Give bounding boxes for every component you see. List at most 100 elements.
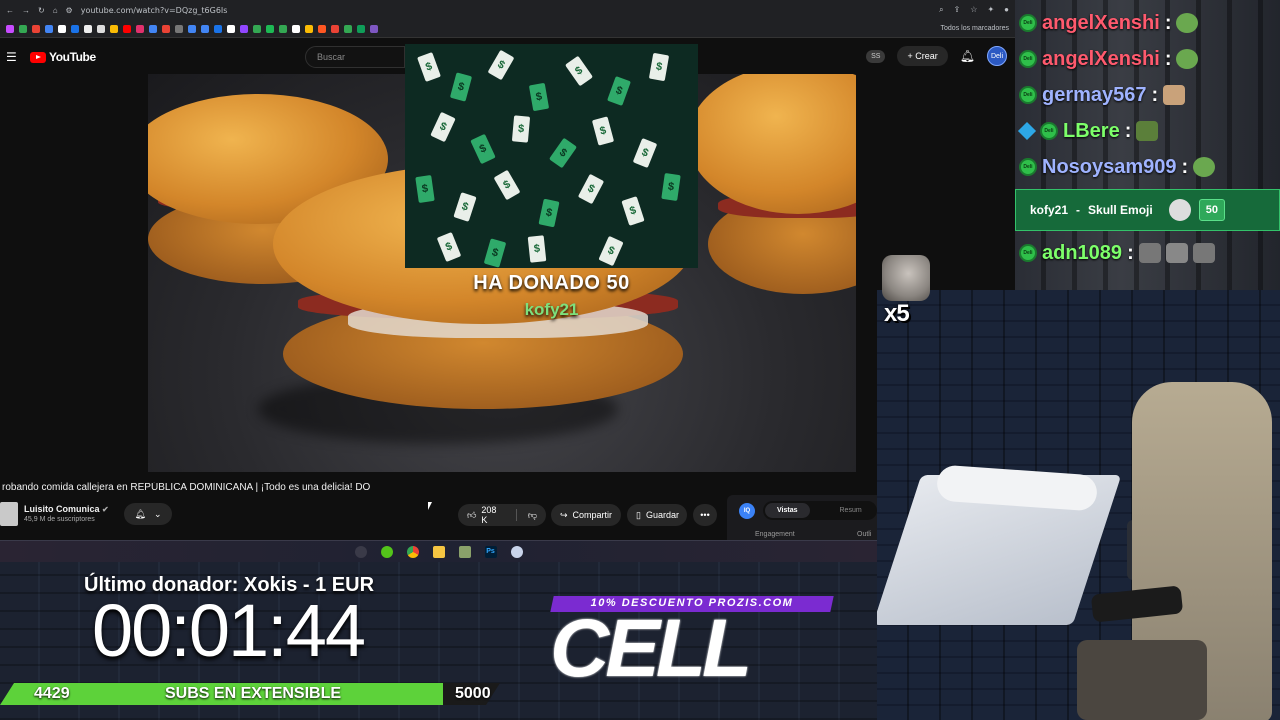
subscriber-badge-icon: Deli <box>1019 86 1037 104</box>
bookmark-icon[interactable] <box>370 24 378 33</box>
chat-username[interactable]: LBere <box>1063 120 1120 143</box>
channel-name[interactable]: Luisito Comunica ✔ <box>24 504 109 514</box>
home-icon[interactable]: ⌂ <box>53 6 58 15</box>
bookmark-icon[interactable] <box>279 24 287 33</box>
like-icon[interactable]: 👍︎ <box>467 510 476 521</box>
chat-colon: : <box>1124 119 1132 142</box>
notifications-bell-icon[interactable]: 🔔︎ <box>960 49 975 63</box>
bookmark-icon[interactable] <box>253 24 261 33</box>
bookmark-icon[interactable] <box>344 24 352 33</box>
money-bill: $ <box>621 196 645 226</box>
money-bill: $ <box>470 133 496 165</box>
obs-icon[interactable] <box>354 545 367 558</box>
extension-logo[interactable]: IQ <box>739 503 755 519</box>
address-bar[interactable]: ← → ↻ ⌂ ⚙ youtube.com/watch?v=DQzg_t6G6I… <box>0 0 1015 20</box>
money-bill: $ <box>538 198 560 228</box>
bookmark-icon[interactable] <box>305 24 313 33</box>
back-icon[interactable]: ← <box>6 6 14 15</box>
chat-username[interactable]: angelXenshi <box>1042 48 1160 71</box>
create-button[interactable]: + Crear <box>897 46 948 66</box>
url-text[interactable]: youtube.com/watch?v=DQzg_t6G6Is <box>81 6 228 15</box>
zoom-icon[interactable]: ⌕ <box>939 5 943 15</box>
extension-tabs: Vistas Resum <box>763 501 877 520</box>
pepe-emote-icon <box>1176 13 1199 33</box>
subscription-bell-button[interactable]: 🔔︎ ⌄ <box>124 503 172 525</box>
money-bill: $ <box>430 111 456 143</box>
bookmark-star-icon[interactable]: ☆ <box>970 5 977 15</box>
search-input[interactable]: Buscar <box>305 46 405 68</box>
subscriber-badge-icon: Deli <box>1019 14 1037 32</box>
bookmark-icon[interactable] <box>175 24 183 33</box>
bookmark-icon[interactable] <box>6 24 14 33</box>
twitch-icon[interactable] <box>240 24 248 33</box>
subs-goal: 5000 <box>455 685 491 702</box>
chevron-down-icon: ⌄ <box>153 508 162 519</box>
profile-badge[interactable]: SS <box>866 49 886 63</box>
bookmark-icon[interactable] <box>19 24 27 33</box>
bookmark-icon[interactable] <box>84 24 92 33</box>
money-bill: $ <box>511 115 531 143</box>
chat-message: Deli LBere : <box>1015 114 1280 148</box>
bookmark-icon[interactable] <box>188 24 196 33</box>
dislike-icon[interactable]: 👎︎ <box>528 510 537 521</box>
site-info-icon[interactable]: ⚙ <box>66 6 73 15</box>
tab-resumen[interactable]: Resum <box>840 507 862 514</box>
subscriber-badge-icon: Deli <box>1019 50 1037 68</box>
money-bill: $ <box>527 235 547 263</box>
forward-icon[interactable]: → <box>22 6 30 15</box>
like-count[interactable]: 208 K <box>481 505 504 525</box>
chat-username[interactable]: adn1089 <box>1042 242 1122 265</box>
save-button[interactable]: ▯ Guardar <box>627 504 687 526</box>
create-button-label: Crear <box>915 51 938 61</box>
menu-icon[interactable]: ☰ <box>6 50 24 64</box>
chat-username[interactable]: Nosoysam909 <box>1042 156 1177 179</box>
gmail-icon[interactable] <box>32 24 40 33</box>
bookmark-icon[interactable] <box>110 24 118 33</box>
all-bookmarks-folder[interactable]: Todos los marcadores <box>941 25 1009 32</box>
bookmark-icon[interactable] <box>292 24 300 33</box>
stream-layout: ← → ↻ ⌂ ⚙ youtube.com/watch?v=DQzg_t6G6I… <box>0 0 1280 720</box>
minecraft-icon[interactable] <box>458 545 471 558</box>
bookmark-icon[interactable] <box>331 24 339 33</box>
bookmark-icon[interactable] <box>71 24 79 33</box>
chat-username[interactable]: angelXenshi <box>1042 12 1160 35</box>
bookmark-icon[interactable] <box>266 24 274 33</box>
youtube-icon[interactable] <box>123 24 131 33</box>
money-bill: $ <box>493 169 521 201</box>
photoshop-icon[interactable]: Ps <box>484 545 497 558</box>
chat-message: Deli adn1089 : <box>1015 236 1280 270</box>
analytics-extension-panel: IQ Vistas Resum Engagement Outli <box>727 495 877 540</box>
money-bill: $ <box>415 175 435 203</box>
donation-user[interactable]: kofy21 <box>1030 203 1068 217</box>
bookmark-icon[interactable] <box>214 24 222 33</box>
extensions-icon[interactable]: ✦ <box>987 5 994 15</box>
bookmark-icon[interactable] <box>357 24 365 33</box>
bookmark-icon[interactable] <box>97 24 105 33</box>
more-actions-button[interactable]: ••• <box>693 504 717 526</box>
instagram-icon[interactable] <box>136 24 144 33</box>
share-page-icon[interactable]: ⇪ <box>954 5 961 15</box>
youtube-logo[interactable]: YouTube <box>30 50 96 64</box>
chat-username[interactable]: germay567 <box>1042 84 1147 107</box>
bookmark-icon[interactable] <box>149 24 157 33</box>
chat-colon: : <box>1164 47 1172 70</box>
x-icon[interactable] <box>58 24 66 33</box>
channel-avatar[interactable] <box>0 502 18 526</box>
bookmark-icon[interactable] <box>45 24 53 33</box>
bookmark-icon[interactable] <box>162 24 170 33</box>
app-icon[interactable] <box>510 545 523 558</box>
reload-icon[interactable]: ↻ <box>38 6 45 15</box>
subs-current: 4429 <box>34 685 70 702</box>
chat-colon: : <box>1127 241 1134 264</box>
share-button[interactable]: ↪ Compartir <box>551 504 621 526</box>
app-icon[interactable] <box>380 545 393 558</box>
bookmark-icon[interactable] <box>318 24 326 33</box>
bookmark-icon[interactable] <box>201 24 209 33</box>
profile-icon[interactable]: ● <box>1004 5 1009 15</box>
bookmark-icon[interactable] <box>227 24 235 33</box>
file-explorer-icon[interactable] <box>432 545 445 558</box>
account-avatar[interactable]: Deli <box>987 46 1007 66</box>
cube-badge-icon <box>1017 121 1037 141</box>
chrome-icon[interactable] <box>406 545 419 558</box>
tab-vistas[interactable]: Vistas <box>765 503 810 518</box>
